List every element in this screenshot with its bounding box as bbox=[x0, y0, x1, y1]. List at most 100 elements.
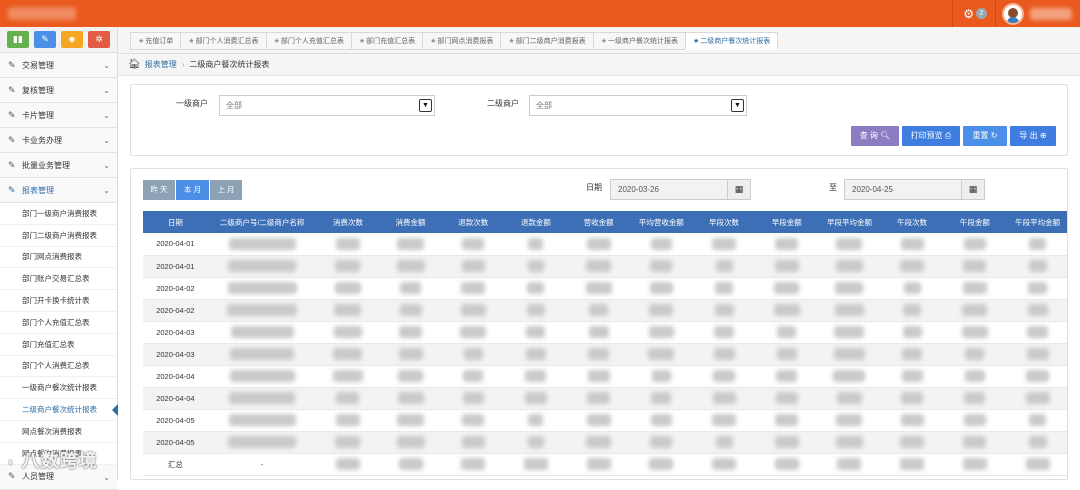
user-name[interactable] bbox=[1030, 7, 1072, 20]
obscured-cell bbox=[316, 277, 380, 300]
sidebar-item-label: 报表管理 bbox=[22, 185, 54, 195]
sidebar-item-edit-icon[interactable]: ✎ 交易管理 ⌄ bbox=[0, 53, 117, 78]
calendar-icon[interactable]: ▦ bbox=[727, 179, 751, 200]
obscured-cell bbox=[441, 277, 505, 300]
obscured-value bbox=[527, 282, 545, 294]
obscured-value bbox=[399, 326, 423, 338]
sidebar-item-edit-icon[interactable]: ✎ 报表管理 ⌄ bbox=[0, 178, 117, 203]
obscured-cell bbox=[504, 365, 568, 388]
obscured-cell bbox=[441, 321, 505, 344]
column-header: 消费次数 bbox=[316, 211, 380, 233]
column-header: 二级商户号/二级商户名称 bbox=[207, 211, 317, 233]
obscured-value bbox=[334, 282, 361, 294]
obscured-value bbox=[462, 237, 485, 250]
start-date-input[interactable]: 2020-03-26 bbox=[610, 179, 728, 200]
obscured-value bbox=[462, 392, 484, 404]
sidebar-subitem[interactable]: 部门个人充值汇总表 bbox=[0, 311, 117, 334]
obscured-cell bbox=[943, 343, 1007, 366]
obscured-cell bbox=[207, 321, 317, 344]
date-cell: 2020-04-01 bbox=[143, 233, 208, 256]
this-month-button[interactable]: 本 月 bbox=[176, 180, 209, 200]
sidebar-subitem[interactable]: 部门二级商户消费报表 bbox=[0, 224, 117, 247]
obscured-cell bbox=[755, 299, 819, 322]
sidebar-item-edit-icon[interactable]: ✎ 卡片管理 ⌄ bbox=[0, 103, 117, 128]
sidebar-subitem[interactable]: 部门开卡换卡统计表 bbox=[0, 290, 117, 312]
obscured-cell bbox=[880, 453, 944, 476]
sidebar-subitem[interactable]: 部门网点消费报表 bbox=[0, 246, 117, 269]
obscured-value bbox=[523, 458, 548, 470]
obscured-cell bbox=[316, 387, 380, 410]
obscured-cell bbox=[441, 431, 505, 454]
tab-3[interactable]: ★部门充值汇总表 bbox=[350, 32, 423, 50]
sidebar-item-label: 交易管理 bbox=[22, 60, 54, 70]
sidebar-item-edit-icon[interactable]: ✎ 卡业务办理 ⌄ bbox=[0, 128, 117, 153]
obscured-value bbox=[398, 348, 423, 360]
end-date-input[interactable]: 2020-04-25 bbox=[844, 179, 962, 200]
sidebar-subitem[interactable]: 部门充值汇总表 bbox=[0, 333, 117, 356]
obscured-cell bbox=[567, 299, 630, 322]
query-button[interactable]: 查 询 🔍︎ bbox=[851, 126, 899, 146]
shortcut-users-icon[interactable]: ☻ bbox=[61, 31, 83, 48]
tab-6[interactable]: ★一级商户餐次统计报表 bbox=[592, 32, 685, 50]
sidebar-subitem[interactable]: 部门个人消费汇总表 bbox=[0, 355, 117, 378]
obscured-cell bbox=[630, 321, 693, 344]
tab-1[interactable]: ★部门个人消费汇总表 bbox=[180, 32, 266, 50]
obscured-value bbox=[835, 436, 863, 448]
obscured-cell bbox=[818, 387, 881, 410]
divider bbox=[952, 0, 954, 27]
obscured-cell bbox=[441, 255, 505, 278]
tab-4[interactable]: ★部门网点消费报表 bbox=[422, 32, 501, 50]
reset-button[interactable]: 重置 ↻ bbox=[963, 126, 1007, 146]
shortcut-cogs-icon[interactable]: ✲ bbox=[88, 31, 110, 48]
star-icon: ★ bbox=[692, 38, 700, 45]
first-merchant-select[interactable]: 全部 ▼ bbox=[219, 95, 435, 116]
shortcut-pencil-icon[interactable]: ✎ bbox=[34, 31, 56, 48]
tab-2[interactable]: ★部门个人充值汇总表 bbox=[265, 32, 351, 50]
gear-icon[interactable]: ⚙ bbox=[963, 7, 974, 21]
user-avatar[interactable] bbox=[1002, 2, 1024, 25]
tab-7[interactable]: ★二级商户餐次统计报表 bbox=[684, 32, 779, 50]
shortcut-chart-icon[interactable]: ▮▮ bbox=[7, 31, 29, 48]
export-button[interactable]: 导 出 ⊕ bbox=[1010, 126, 1056, 146]
second-merchant-select[interactable]: 全部 ▼ bbox=[529, 95, 747, 116]
calendar-icon[interactable]: ▦ bbox=[961, 179, 985, 200]
print-preview-button[interactable]: 打印预览 ⎙ bbox=[902, 126, 960, 146]
sidebar-subitem[interactable]: 二级商户餐次统计报表 bbox=[0, 399, 118, 421]
tab-0[interactable]: ★充值订单 bbox=[130, 32, 181, 50]
obscured-cell bbox=[1006, 277, 1067, 300]
sidebar-subitem[interactable]: 网点餐次消费报表 bbox=[0, 420, 117, 443]
obscured-value bbox=[651, 392, 672, 404]
tab-5[interactable]: ★部门二级商户消费报表 bbox=[500, 32, 593, 50]
obscured-cell bbox=[755, 453, 819, 476]
sidebar-subitem[interactable]: 部门一级商户消费报表 bbox=[0, 203, 117, 225]
notification-badge[interactable]: 2 bbox=[976, 8, 987, 19]
obscured-cell bbox=[379, 255, 442, 278]
obscured-cell bbox=[755, 409, 819, 432]
sidebar-subitem[interactable]: 部门账户交易汇总表 bbox=[0, 268, 117, 291]
obscured-cell bbox=[630, 277, 693, 300]
tab-label: 部门个人充值汇总表 bbox=[280, 38, 344, 45]
obscured-cell bbox=[630, 233, 693, 256]
to-label: 至 bbox=[829, 183, 837, 192]
obscured-value bbox=[461, 436, 485, 448]
obscured-value bbox=[586, 260, 612, 272]
obscured-cell bbox=[943, 233, 1007, 256]
sidebar-item-edit-icon[interactable]: ✎ 复核管理 ⌄ bbox=[0, 78, 117, 103]
cogs-icon: ✲ bbox=[95, 34, 103, 44]
open-tabs: ★充值订单 ★部门个人消费汇总表 ★部门个人充值汇总表 ★部门充值汇总表 ★部门网点消费… bbox=[130, 32, 779, 50]
column-header: 营收金额 bbox=[567, 211, 630, 233]
pencil-icon: ✎ bbox=[41, 34, 49, 44]
breadcrumb-parent[interactable]: 报表管理 bbox=[145, 59, 177, 70]
yesterday-button[interactable]: 昨 天 bbox=[143, 180, 175, 200]
sidebar-subitem[interactable]: 一级商户餐次统计报表 bbox=[0, 377, 117, 400]
obscured-cell bbox=[1006, 321, 1067, 344]
obscured-value bbox=[901, 370, 923, 382]
home-icon[interactable]: 🏠︎ bbox=[128, 59, 141, 70]
watermark-logo-icon: ◐ bbox=[8, 456, 16, 469]
sidebar-item-edit-icon[interactable]: ✎ 批量业务管理 ⌄ bbox=[0, 153, 117, 178]
divider bbox=[995, 0, 996, 27]
table-row: 2020-04-05 bbox=[143, 431, 1067, 454]
obscured-cell bbox=[943, 255, 1007, 278]
obscured-cell bbox=[1006, 233, 1067, 256]
last-month-button[interactable]: 上 月 bbox=[210, 180, 242, 200]
